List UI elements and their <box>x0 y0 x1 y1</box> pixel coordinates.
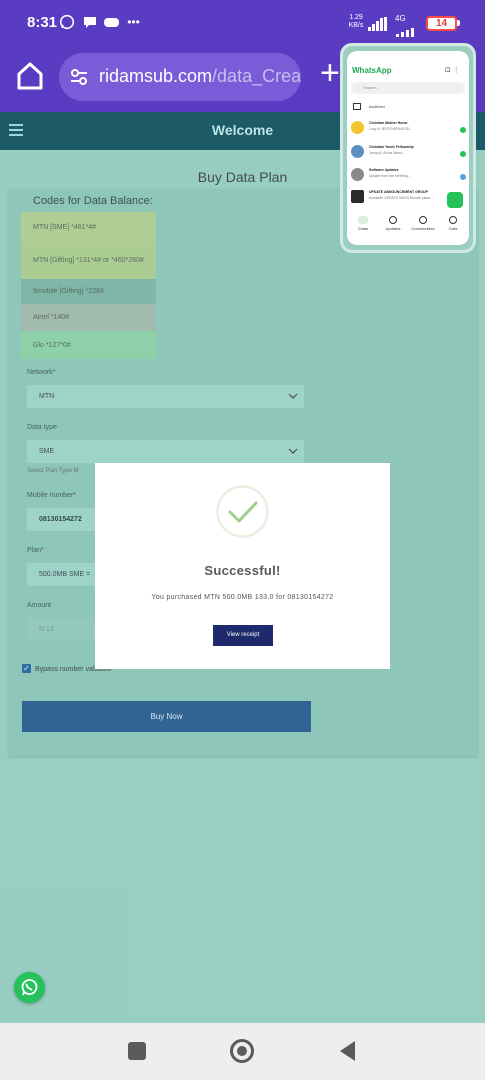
network-speed: 1.29 KB/s <box>348 14 364 29</box>
wa-chat-row: Christian Youth Fellowship Jenny A: At t… <box>351 144 467 161</box>
avatar <box>351 190 364 203</box>
unread-badge <box>460 174 466 180</box>
wa-chat-row: Software Updates Update from the meeting… <box>351 167 467 184</box>
wa-chat-row: Christian Mother Home Lucy N: BROTHERHOO… <box>351 120 467 137</box>
success-check-icon <box>216 485 269 538</box>
url-text[interactable]: ridamsub.com/data_Create <box>99 66 301 87</box>
whatsapp-title: WhatsApp <box>352 66 392 75</box>
status-time: 8:31 <box>27 14 58 31</box>
plus-icon[interactable]: + <box>320 56 340 90</box>
whatsapp-icon <box>58 14 75 31</box>
unread-badge <box>460 127 466 133</box>
unread-badge <box>460 151 466 157</box>
whatsapp-tabs: Chats Updates Communities Calls <box>347 214 469 234</box>
new-chat-icon <box>447 192 463 208</box>
url-path: /data_Create <box>212 66 301 86</box>
avatar <box>351 168 364 181</box>
status-bar: 8:31 ••• 1.29 KB/s 4G 14 <box>0 0 485 46</box>
whatsapp-search: Search... <box>351 82 465 94</box>
battery-tip <box>457 20 460 26</box>
game-controller-icon <box>103 14 120 31</box>
url-bar[interactable]: ridamsub.com/data_Create <box>59 53 301 101</box>
chat-bubble-icon <box>81 14 98 31</box>
wa-tab-chats: Chats <box>348 216 378 231</box>
view-receipt-button[interactable]: View receipt <box>213 625 273 646</box>
camera-icon: ⊡ ⋮ <box>445 67 460 74</box>
network-type: 4G <box>395 14 406 23</box>
wa-tab-calls: Calls <box>438 216 468 231</box>
wa-tab-updates: Updates <box>378 216 408 231</box>
whatsapp-float-icon[interactable] <box>14 972 45 1003</box>
back-triangle-icon[interactable] <box>340 1041 355 1061</box>
signal-icon <box>368 17 388 36</box>
home-icon[interactable] <box>16 61 44 91</box>
archived-label: Archived <box>369 104 385 109</box>
site-settings-icon[interactable] <box>69 68 89 86</box>
more-dots-icon: ••• <box>127 15 140 29</box>
archive-icon <box>353 103 361 110</box>
battery-icon: 14 <box>426 16 457 31</box>
avatar <box>351 121 364 134</box>
modal-title: Successful! <box>204 563 281 578</box>
url-domain: ridamsub.com <box>99 66 213 86</box>
wa-tab-communities: Communities <box>408 216 438 231</box>
recent-apps-icon[interactable] <box>128 1042 146 1060</box>
wifi-icon <box>396 24 418 42</box>
modal-message: You purchased MTN 500.0MB 133.0 for 0813… <box>151 594 334 601</box>
home-circle-icon[interactable] <box>230 1039 254 1063</box>
avatar <box>351 145 364 158</box>
